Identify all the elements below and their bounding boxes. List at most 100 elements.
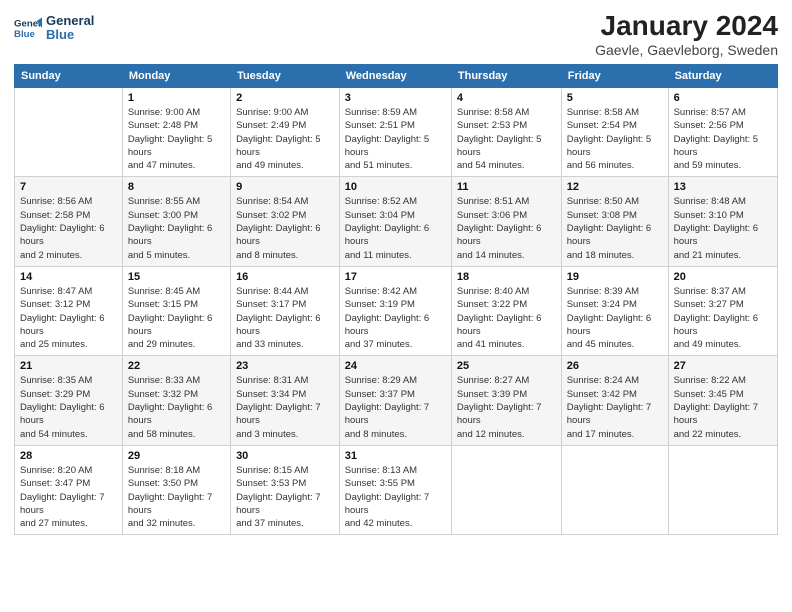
day-info: Sunrise: 8:58 AMSunset: 2:53 PMDaylight:… (457, 106, 556, 172)
day-cell: 2 Sunrise: 9:00 AMSunset: 2:49 PMDaylight… (231, 88, 340, 177)
day-number: 26 (567, 360, 663, 372)
day-number: 21 (20, 360, 117, 372)
day-info: Sunrise: 8:57 AMSunset: 2:56 PMDaylight:… (674, 106, 772, 172)
calendar-container: General Blue General Blue January 2024 G… (0, 0, 792, 612)
day-cell: 8 Sunrise: 8:55 AMSunset: 3:00 PMDaylight… (122, 177, 230, 266)
day-number: 7 (20, 181, 117, 193)
header-friday: Friday (561, 65, 668, 88)
day-cell: 27Sunrise: 8:22 AMSunset: 3:45 PMDayligh… (668, 356, 777, 445)
header-sunday: Sunday (15, 65, 123, 88)
svg-text:General: General (14, 19, 42, 30)
day-cell: 14Sunrise: 8:47 AMSunset: 3:12 PMDayligh… (15, 266, 123, 355)
logo-text-general: General (46, 14, 94, 28)
day-number: 27 (674, 360, 772, 372)
day-number: 18 (457, 271, 556, 283)
day-cell: 15 Sunrise: 8:45 AMSunset: 3:15 PMDayligh… (122, 266, 230, 355)
day-number: 24 (345, 360, 446, 372)
day-number: 2 (236, 92, 334, 104)
day-info: Sunrise: 8:50 AMSunset: 3:08 PMDaylight:… (567, 195, 663, 261)
day-number: 10 (345, 181, 446, 193)
calendar-body: 1 Sunrise: 9:00 AMSunset: 2:48 PMDaylight… (15, 88, 778, 535)
day-info: Sunrise: 8:31 AMSunset: 3:34 PMDaylight:… (236, 374, 334, 440)
day-number: 1 (128, 92, 225, 104)
day-info: Sunrise: 8:13 AMSunset: 3:55 PMDaylight:… (345, 464, 446, 530)
day-number: 12 (567, 181, 663, 193)
day-number: 8 (128, 181, 225, 193)
day-info: Sunrise: 8:29 AMSunset: 3:37 PMDaylight:… (345, 374, 446, 440)
header-row: Sunday Monday Tuesday Wednesday Thursday… (15, 65, 778, 88)
day-info: Sunrise: 8:45 AMSunset: 3:15 PMDaylight:… (128, 285, 225, 351)
day-cell: 13 Sunrise: 8:48 AMSunset: 3:10 PMDayligh… (668, 177, 777, 266)
header-tuesday: Tuesday (231, 65, 340, 88)
day-info: Sunrise: 8:35 AMSunset: 3:29 PMDaylight:… (20, 374, 117, 440)
day-number: 5 (567, 92, 663, 104)
header-wednesday: Wednesday (339, 65, 451, 88)
day-cell: 19 Sunrise: 8:39 AMSunset: 3:24 PMDayligh… (561, 266, 668, 355)
day-cell: 9Sunrise: 8:54 AMSunset: 3:02 PMDaylight… (231, 177, 340, 266)
day-info: Sunrise: 8:51 AMSunset: 3:06 PMDaylight:… (457, 195, 556, 261)
day-cell: 22 Sunrise: 8:33 AMSunset: 3:32 PMDayligh… (122, 356, 230, 445)
title-area: January 2024 Gaevle, Gaevleborg, Sweden (595, 10, 778, 58)
day-number: 11 (457, 181, 556, 193)
day-cell: 25 Sunrise: 8:27 AMSunset: 3:39 PMDayligh… (451, 356, 561, 445)
day-cell: 24 Sunrise: 8:29 AMSunset: 3:37 PMDayligh… (339, 356, 451, 445)
week-row-2: 7Sunrise: 8:56 AMSunset: 2:58 PMDaylight… (15, 177, 778, 266)
day-number: 28 (20, 450, 117, 462)
day-cell: 20 Sunrise: 8:37 AMSunset: 3:27 PMDayligh… (668, 266, 777, 355)
day-info: Sunrise: 9:00 AMSunset: 2:48 PMDaylight:… (128, 106, 225, 172)
calendar-table: Sunday Monday Tuesday Wednesday Thursday… (14, 64, 778, 535)
day-number: 19 (567, 271, 663, 283)
day-info: Sunrise: 8:37 AMSunset: 3:27 PMDaylight:… (674, 285, 772, 351)
day-info: Sunrise: 8:39 AMSunset: 3:24 PMDaylight:… (567, 285, 663, 351)
header-saturday: Saturday (668, 65, 777, 88)
day-cell: 29 Sunrise: 8:18 AMSunset: 3:50 PMDayligh… (122, 445, 230, 534)
day-cell: 17 Sunrise: 8:42 AMSunset: 3:19 PMDayligh… (339, 266, 451, 355)
day-cell: 28Sunrise: 8:20 AMSunset: 3:47 PMDayligh… (15, 445, 123, 534)
logo-icon: General Blue (14, 14, 42, 42)
day-cell (561, 445, 668, 534)
day-info: Sunrise: 8:15 AMSunset: 3:53 PMDaylight:… (236, 464, 334, 530)
day-number: 3 (345, 92, 446, 104)
day-cell: 4Sunrise: 8:58 AMSunset: 2:53 PMDaylight… (451, 88, 561, 177)
day-number: 25 (457, 360, 556, 372)
logo-text-blue: Blue (46, 28, 94, 42)
day-number: 29 (128, 450, 225, 462)
day-cell: 26 Sunrise: 8:24 AMSunset: 3:42 PMDayligh… (561, 356, 668, 445)
day-info: Sunrise: 8:59 AMSunset: 2:51 PMDaylight:… (345, 106, 446, 172)
day-cell (668, 445, 777, 534)
day-cell: 16Sunrise: 8:44 AMSunset: 3:17 PMDayligh… (231, 266, 340, 355)
day-cell: 5Sunrise: 8:58 AMSunset: 2:54 PMDaylight… (561, 88, 668, 177)
header-monday: Monday (122, 65, 230, 88)
day-info: Sunrise: 8:27 AMSunset: 3:39 PMDaylight:… (457, 374, 556, 440)
day-cell (15, 88, 123, 177)
day-info: Sunrise: 9:00 AMSunset: 2:49 PMDaylight:… (236, 106, 334, 172)
day-info: Sunrise: 8:18 AMSunset: 3:50 PMDaylight:… (128, 464, 225, 530)
day-number: 14 (20, 271, 117, 283)
day-cell: 3 Sunrise: 8:59 AMSunset: 2:51 PMDaylight… (339, 88, 451, 177)
day-number: 15 (128, 271, 225, 283)
day-cell: 18Sunrise: 8:40 AMSunset: 3:22 PMDayligh… (451, 266, 561, 355)
day-cell: 10Sunrise: 8:52 AMSunset: 3:04 PMDayligh… (339, 177, 451, 266)
day-cell (451, 445, 561, 534)
logo: General Blue General Blue (14, 14, 94, 43)
day-number: 31 (345, 450, 446, 462)
day-cell: 31 Sunrise: 8:13 AMSunset: 3:55 PMDayligh… (339, 445, 451, 534)
day-number: 13 (674, 181, 772, 193)
day-number: 20 (674, 271, 772, 283)
day-number: 22 (128, 360, 225, 372)
day-info: Sunrise: 8:48 AMSunset: 3:10 PMDaylight:… (674, 195, 772, 261)
day-info: Sunrise: 8:44 AMSunset: 3:17 PMDaylight:… (236, 285, 334, 351)
day-info: Sunrise: 8:55 AMSunset: 3:00 PMDaylight:… (128, 195, 225, 261)
subtitle: Gaevle, Gaevleborg, Sweden (595, 42, 778, 58)
day-number: 30 (236, 450, 334, 462)
week-row-1: 1 Sunrise: 9:00 AMSunset: 2:48 PMDaylight… (15, 88, 778, 177)
day-info: Sunrise: 8:24 AMSunset: 3:42 PMDaylight:… (567, 374, 663, 440)
day-info: Sunrise: 8:42 AMSunset: 3:19 PMDaylight:… (345, 285, 446, 351)
day-info: Sunrise: 8:54 AMSunset: 3:02 PMDaylight:… (236, 195, 334, 261)
day-cell: 21 Sunrise: 8:35 AMSunset: 3:29 PMDayligh… (15, 356, 123, 445)
day-info: Sunrise: 8:33 AMSunset: 3:32 PMDaylight:… (128, 374, 225, 440)
header-thursday: Thursday (451, 65, 561, 88)
day-number: 17 (345, 271, 446, 283)
day-cell: 6Sunrise: 8:57 AMSunset: 2:56 PMDaylight… (668, 88, 777, 177)
day-number: 23 (236, 360, 334, 372)
